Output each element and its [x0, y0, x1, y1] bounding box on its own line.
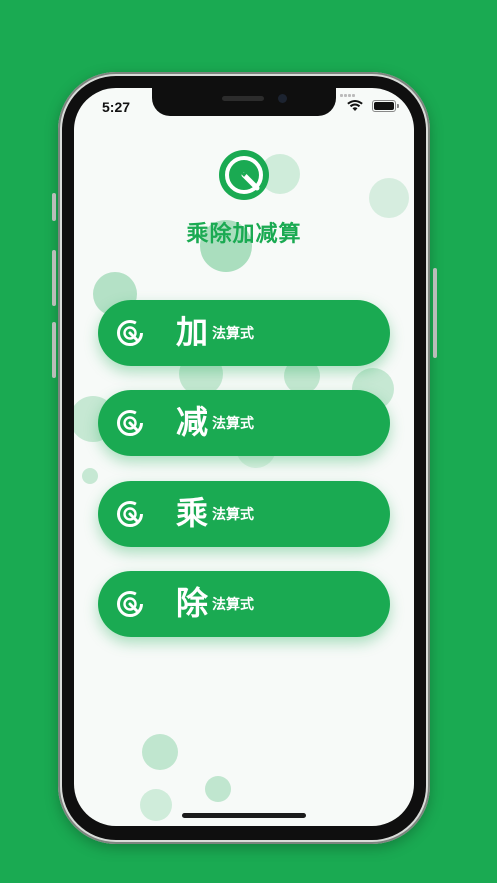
battery-icon [372, 100, 399, 112]
status-time: 5:27 [102, 99, 131, 115]
camera [278, 94, 287, 103]
decor-bubble [82, 468, 98, 484]
notch [152, 88, 336, 116]
wifi-icon [347, 100, 363, 111]
operation-small-label: 法算式 [212, 597, 254, 613]
operation-small-label: 法算式 [212, 416, 254, 432]
multiplication-button[interactable]: 乘 法算式 [98, 481, 390, 547]
refresh-ring-icon [117, 320, 143, 346]
side-button [52, 193, 56, 221]
operation-big-label: 除 [176, 584, 209, 622]
speaker [222, 96, 264, 101]
decor-bubble [142, 734, 178, 770]
decor-bubble [205, 776, 231, 802]
screen: 5:27 乘除加减算 加 法算式 减 法算式 乘 法算式 除 法算式 [74, 88, 414, 826]
side-button [433, 268, 437, 358]
operation-small-label: 法算式 [212, 507, 254, 523]
subtraction-button[interactable]: 减 法算式 [98, 390, 390, 456]
decor-bubble [140, 789, 172, 821]
division-button[interactable]: 除 法算式 [98, 571, 390, 637]
signal-icon [340, 93, 356, 97]
refresh-ring-icon [117, 410, 143, 436]
refresh-ring-icon [117, 501, 143, 527]
side-button [52, 322, 56, 378]
app-title: 乘除加减算 [186, 222, 302, 247]
operation-big-label: 减 [176, 403, 209, 441]
decor-bubble [369, 178, 409, 218]
side-button [52, 250, 56, 306]
addition-button[interactable]: 加 法算式 [98, 300, 390, 366]
home-indicator[interactable] [182, 813, 306, 818]
operation-big-label: 乘 [176, 494, 209, 532]
refresh-ring-icon [117, 591, 143, 617]
operation-big-label: 加 [176, 313, 209, 351]
operation-small-label: 法算式 [212, 326, 254, 342]
logo-icon [219, 150, 269, 200]
